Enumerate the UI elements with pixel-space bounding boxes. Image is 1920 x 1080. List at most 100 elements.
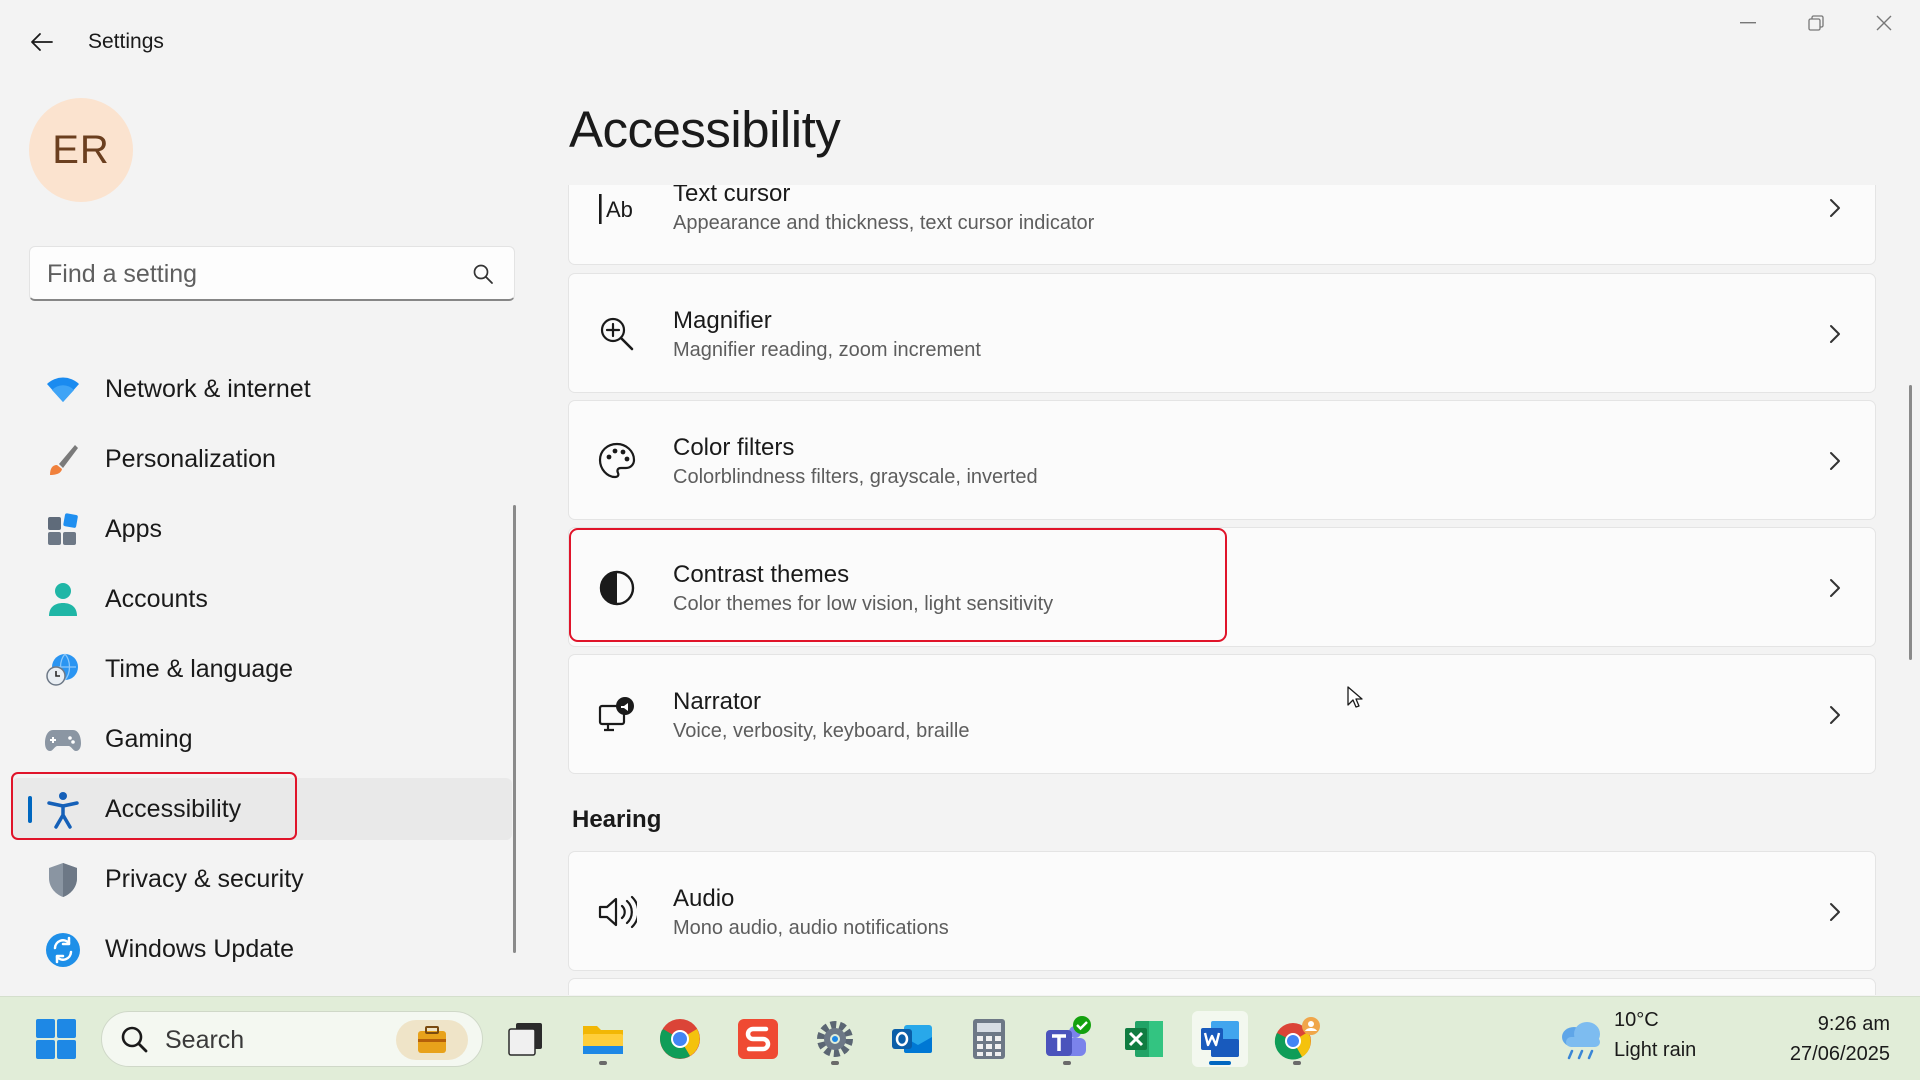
minimize-button[interactable]	[1716, 8, 1780, 38]
outlook-icon	[892, 1025, 932, 1053]
user-avatar[interactable]: ER	[29, 98, 133, 202]
card-subtitle: Color themes for low vision, light sensi…	[673, 593, 1054, 615]
sidebar-scrollbar[interactable]	[513, 505, 516, 953]
task-view-icon	[508, 1023, 542, 1056]
sidebar-item-label: Accounts	[105, 584, 208, 613]
mouse-pointer-icon	[1347, 686, 1363, 708]
card-narrator[interactable]: Narrator Voice, verbosity, keyboard, bra…	[568, 654, 1876, 774]
sidebar-item-label: Personalization	[105, 444, 276, 473]
text-cursor-icon: Ab	[597, 189, 637, 229]
sidebar-item-label: Privacy & security	[105, 864, 304, 893]
sidebar-item-network[interactable]: Network & internet	[12, 358, 512, 420]
running-indicator	[831, 1061, 839, 1065]
taskbar-file-explorer[interactable]	[575, 1011, 631, 1067]
sidebar-item-label: Apps	[105, 514, 162, 543]
sidebar-nav: Network & internet Personalization Apps …	[12, 358, 512, 988]
page-title: Accessibility	[569, 101, 841, 158]
section-heading-hearing: Hearing	[572, 806, 662, 833]
weather-condition: Light rain	[1614, 1039, 1697, 1061]
selection-indicator	[28, 796, 32, 823]
taskbar-calculator[interactable]	[961, 1011, 1017, 1067]
close-button[interactable]	[1852, 8, 1916, 38]
taskbar-outlook[interactable]	[884, 1011, 940, 1067]
card-next-partial[interactable]	[568, 978, 1876, 995]
card-title: Magnifier	[673, 307, 772, 334]
system-clock[interactable]: 9:26 am 27/06/2025	[1790, 1009, 1890, 1069]
title-bar: Settings	[0, 0, 1920, 84]
close-icon	[1876, 15, 1892, 31]
sidebar-item-windows-update[interactable]: Windows Update	[12, 918, 512, 980]
card-contrast-themes[interactable]: Contrast themes Color themes for low vis…	[568, 527, 1876, 647]
briefcase-icon	[396, 1020, 468, 1060]
sidebar-item-label: Time & language	[105, 654, 294, 683]
weather-widget[interactable]: 10°C Light rain	[1552, 1007, 1752, 1071]
active-app-indicator	[1209, 1061, 1231, 1065]
paintbrush-icon	[45, 442, 81, 478]
card-magnifier[interactable]: Magnifier Magnifier reading, zoom increm…	[568, 273, 1876, 393]
find-setting-search[interactable]	[29, 246, 515, 301]
snagit-icon	[738, 1019, 778, 1059]
card-text-cursor[interactable]: Ab Text cursor Appearance and thickness,…	[568, 185, 1876, 265]
weather-temperature: 10°C	[1614, 1009, 1659, 1031]
taskbar-task-view[interactable]	[498, 1011, 554, 1067]
card-title: Contrast themes	[673, 561, 850, 588]
sidebar-item-label: Gaming	[105, 724, 193, 753]
taskbar-teams[interactable]	[1039, 1011, 1095, 1067]
taskbar-search[interactable]: Search	[101, 1011, 483, 1067]
card-title: Text cursor	[673, 185, 791, 207]
back-arrow-icon	[31, 33, 53, 51]
narrator-icon	[597, 695, 637, 735]
sidebar-item-label: Network & internet	[105, 374, 311, 403]
sidebar-item-label: Accessibility	[105, 794, 242, 823]
taskbar: Search 10°C Light rain 9:26 am 27/06/202…	[0, 996, 1920, 1080]
palette-icon	[597, 441, 637, 481]
card-color-filters[interactable]: Color filters Colorblindness filters, gr…	[568, 400, 1876, 520]
sidebar-item-apps[interactable]: Apps	[12, 498, 512, 560]
sidebar-item-accounts[interactable]: Accounts	[12, 568, 512, 630]
shield-icon	[45, 862, 81, 898]
taskbar-snagit[interactable]	[730, 1011, 786, 1067]
file-explorer-icon	[583, 1026, 623, 1054]
sidebar-item-gaming[interactable]: Gaming	[12, 708, 512, 770]
running-indicator	[1293, 1061, 1301, 1065]
calculator-icon	[973, 1019, 1005, 1059]
chevron-right-icon	[1825, 449, 1845, 473]
sidebar-item-accessibility[interactable]: Accessibility	[12, 778, 512, 840]
taskbar-settings[interactable]	[807, 1011, 863, 1067]
app-title: Settings	[88, 30, 164, 53]
taskbar-chrome-profile[interactable]	[1269, 1011, 1325, 1067]
sidebar-item-privacy-security[interactable]: Privacy & security	[12, 848, 512, 910]
card-subtitle: Mono audio, audio notifications	[673, 917, 949, 939]
sidebar-item-personalization[interactable]: Personalization	[12, 428, 512, 490]
content-scrollbar[interactable]	[1909, 385, 1912, 660]
word-icon	[1201, 1021, 1239, 1057]
svg-text:Ab: Ab	[606, 197, 633, 222]
chevron-right-icon	[1825, 703, 1845, 727]
sidebar-item-label: Windows Update	[105, 934, 294, 963]
chevron-right-icon	[1825, 322, 1845, 346]
card-subtitle: Magnifier reading, zoom increment	[673, 339, 981, 361]
clock-date: 27/06/2025	[1789, 1043, 1890, 1065]
chevron-right-icon	[1825, 576, 1845, 600]
search-input[interactable]	[47, 257, 467, 291]
card-subtitle: Voice, verbosity, keyboard, braille	[673, 720, 970, 742]
card-subtitle: Colorblindness filters, grayscale, inver…	[673, 466, 1038, 488]
taskbar-chrome[interactable]	[652, 1011, 708, 1067]
running-indicator	[599, 1061, 607, 1065]
sidebar-item-time-language[interactable]: Time & language	[12, 638, 512, 700]
minimize-icon	[1740, 22, 1756, 24]
person-icon	[45, 582, 81, 618]
card-audio[interactable]: Audio Mono audio, audio notifications	[568, 851, 1876, 971]
search-icon[interactable]	[472, 263, 494, 290]
card-subtitle: Appearance and thickness, text cursor in…	[673, 212, 1095, 234]
gamepad-icon	[45, 722, 81, 758]
update-icon	[45, 932, 81, 968]
clock-time: 9:26 am	[1817, 1013, 1890, 1035]
start-button[interactable]	[28, 1011, 84, 1067]
accessibility-icon	[45, 792, 81, 829]
back-button[interactable]	[22, 26, 62, 58]
weather-rain-cloud-icon	[1562, 1022, 1600, 1060]
restore-button[interactable]	[1784, 8, 1848, 38]
taskbar-excel[interactable]	[1116, 1011, 1172, 1067]
taskbar-word[interactable]	[1192, 1011, 1248, 1067]
